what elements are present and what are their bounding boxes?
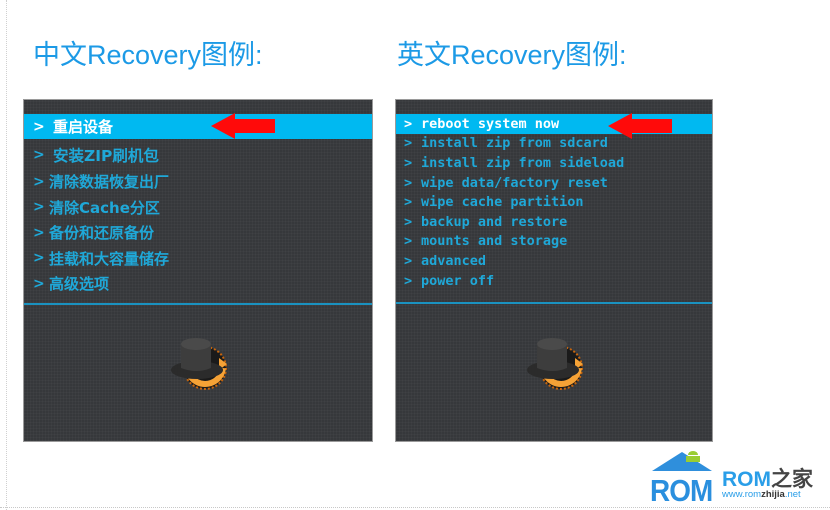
chevron-right-icon: >	[404, 115, 413, 132]
chevron-right-icon: >	[33, 147, 45, 163]
chevron-right-icon: >	[404, 252, 413, 269]
menu-item-label: reboot system now	[421, 115, 560, 132]
menu-item-reboot[interactable]: > 重启设备	[24, 114, 372, 139]
chinese-recovery-heading: 中文Recovery图例:	[33, 40, 263, 70]
chevron-right-icon: >	[404, 135, 413, 152]
english-recovery-heading: 英文Recovery图例:	[397, 40, 627, 70]
clockworkmod-hat-logo-icon	[171, 338, 227, 390]
page-left-border	[0, 0, 7, 510]
menu-item-wipe-data[interactable]: > 清除数据恢复出厂	[24, 169, 372, 195]
chevron-right-icon: >	[404, 194, 413, 211]
menu-item-label: 清除数据恢复出厂	[49, 173, 170, 192]
chevron-right-icon: >	[404, 272, 413, 289]
menu-item-power-off[interactable]: > power off	[396, 271, 712, 291]
menu-item-mounts-and-storage[interactable]: > mounts and storage	[396, 232, 712, 252]
menu-item-label: 高级选项	[49, 275, 110, 294]
menu-item-advanced[interactable]: > advanced	[396, 251, 712, 271]
menu-item-wipe-cache[interactable]: > 清除Cache分区	[24, 195, 372, 221]
romzhijia-watermark: ROM ROM之家 www.romzhijia.net	[650, 449, 820, 508]
chevron-right-icon: >	[33, 199, 45, 216]
menu-item-wipe-data-factory-reset[interactable]: > wipe data/factory reset	[396, 173, 712, 193]
menu-item-label: backup and restore	[421, 213, 568, 230]
menu-item-label: power off	[421, 272, 495, 289]
menu-item-backup-restore[interactable]: > 备份和还原备份	[24, 220, 372, 246]
house-roof-icon	[652, 451, 712, 471]
menu-item-label: 清除Cache分区	[49, 198, 160, 217]
menu-item-advanced[interactable]: > 高级选项	[24, 271, 372, 297]
menu-item-label: 安装ZIP刷机包	[53, 147, 159, 165]
menu-item-label: wipe data/factory reset	[421, 174, 608, 191]
watermark-logo-text: ROM	[650, 473, 713, 508]
chevron-right-icon: >	[33, 224, 45, 241]
chevron-right-icon: >	[404, 174, 413, 191]
red-left-arrow-icon	[211, 113, 275, 139]
menu-item-label: install zip from sdcard	[421, 135, 608, 152]
menu-item-label: 重启设备	[53, 118, 114, 136]
chevron-right-icon: >	[404, 154, 413, 171]
menu-item-install-zip[interactable]: > 安装ZIP刷机包	[24, 141, 372, 169]
english-recovery-menu: > reboot system now > install zip from s…	[396, 114, 712, 290]
chevron-right-icon: >	[33, 118, 45, 135]
menu-item-label: 备份和还原备份	[49, 224, 155, 243]
chevron-right-icon: >	[33, 275, 45, 292]
menu-item-install-zip-sideload[interactable]: > install zip from sideload	[396, 153, 712, 173]
menu-item-backup-and-restore[interactable]: > backup and restore	[396, 212, 712, 232]
menu-divider	[396, 302, 712, 304]
menu-item-mounts-storage[interactable]: > 挂载和大容量储存	[24, 246, 372, 272]
chevron-right-icon: >	[404, 213, 413, 230]
menu-item-label: wipe cache partition	[421, 194, 584, 211]
chevron-right-icon: >	[404, 233, 413, 250]
chinese-recovery-menu: > 重启设备 > 安装ZIP刷机包 > 清除数据恢复出厂 > 清除Cache分区…	[24, 114, 372, 297]
watermark-url: www.romzhijia.net	[722, 489, 801, 500]
chinese-recovery-screen: > 重启设备 > 安装ZIP刷机包 > 清除数据恢复出厂 > 清除Cache分区…	[23, 99, 373, 442]
menu-divider	[24, 303, 372, 305]
menu-item-label: advanced	[421, 252, 487, 269]
red-left-arrow-icon	[608, 113, 672, 139]
english-recovery-screen: > reboot system now > install zip from s…	[395, 99, 713, 442]
menu-item-label: mounts and storage	[421, 233, 568, 250]
clockworkmod-hat-logo-icon	[527, 338, 583, 390]
menu-item-label: 挂载和大容量储存	[49, 249, 170, 268]
chevron-right-icon: >	[33, 173, 45, 190]
menu-item-label: install zip from sideload	[421, 154, 625, 171]
chevron-right-icon: >	[33, 250, 45, 267]
menu-item-wipe-cache-partition[interactable]: > wipe cache partition	[396, 192, 712, 212]
